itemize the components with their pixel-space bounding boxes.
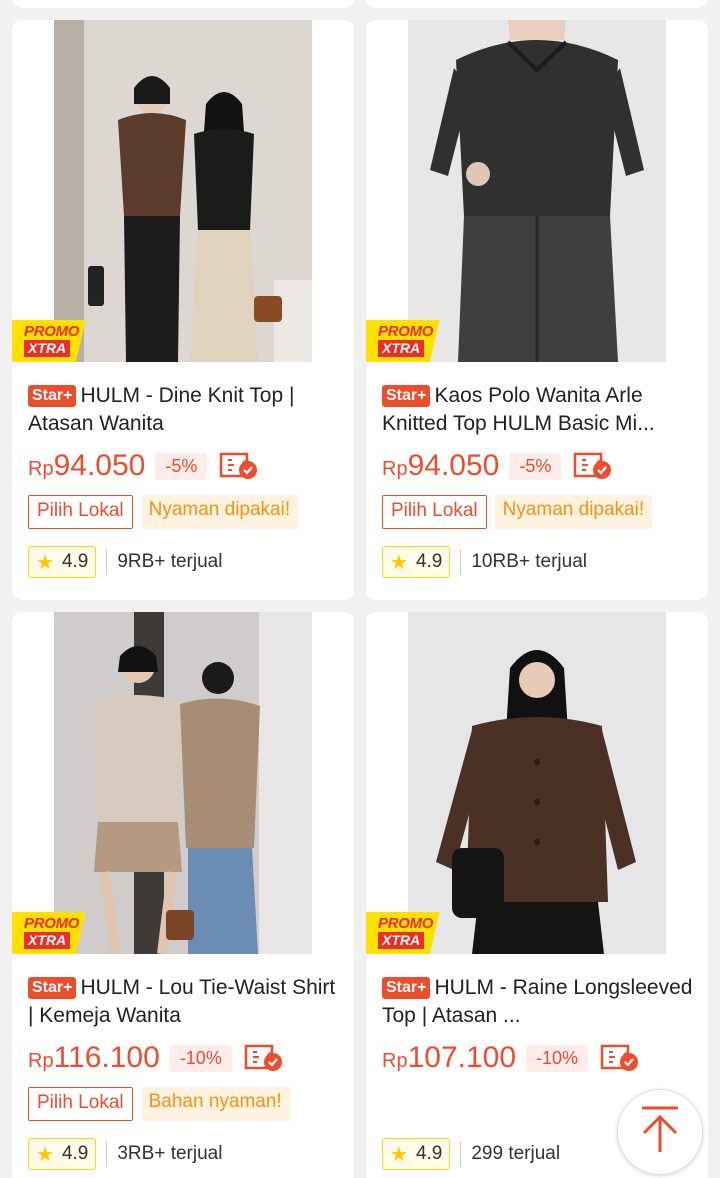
star-icon: ★: [390, 1143, 408, 1166]
price-currency: Rp: [28, 1049, 54, 1072]
divider: [106, 549, 108, 575]
star-plus-badge: Star+: [382, 385, 431, 407]
product-price: 107.100: [407, 1041, 517, 1074]
product-image[interactable]: PROMO XTRA: [366, 20, 708, 362]
tag-pilih-lokal: Pilih Lokal: [382, 495, 487, 529]
promo-xtra-label: PROMO XTRA: [366, 912, 446, 954]
product-card[interactable]: PROMO XTRA Star+ HULM - Lou Tie-Waist Shi…: [12, 612, 354, 1178]
discount-badge: -5%: [509, 452, 562, 480]
promo-xtra-label: PROMO XTRA: [366, 320, 446, 362]
product-card[interactable]: PROMO XTRA Star+ HULM - Dine Knit Top | A…: [12, 20, 354, 600]
voucher-check-icon: [573, 451, 613, 481]
promo-xtra-label: PROMO XTRA: [12, 912, 92, 954]
scroll-to-top-button[interactable]: [617, 1089, 703, 1175]
product-image[interactable]: PROMO XTRA: [12, 612, 354, 954]
product-image[interactable]: PROMO XTRA: [366, 612, 708, 954]
star-icon: ★: [36, 551, 54, 574]
tag-pilih-lokal: Pilih Lokal: [28, 1087, 133, 1121]
product-price: 94.050: [407, 449, 500, 482]
discount-badge: -5%: [155, 452, 208, 480]
voucher-check-icon: [600, 1043, 640, 1073]
star-plus-badge: Star+: [382, 977, 431, 999]
tag-highlight: Bahan nyaman!: [140, 1087, 290, 1121]
discount-badge: -10%: [169, 1044, 232, 1072]
arrow-up-icon: [638, 1105, 682, 1160]
star-icon: ★: [390, 551, 408, 574]
voucher-check-icon: [219, 451, 259, 481]
star-plus-badge: Star+: [28, 977, 77, 999]
product-image[interactable]: PROMO XTRA: [12, 20, 354, 362]
promo-xtra-label: PROMO XTRA: [12, 320, 92, 362]
divider: [460, 1141, 462, 1167]
rating-badge: ★ 4.9: [382, 1138, 451, 1170]
product-title[interactable]: Star+ HULM - Lou Tie-Waist Shirt | Kemeja…: [28, 974, 342, 1030]
rating-badge: ★ 4.9: [382, 546, 451, 578]
sold-count: 10RB+ terjual: [471, 551, 588, 572]
sold-count: 9RB+ terjual: [117, 551, 223, 572]
sold-count: 299 terjual: [471, 1143, 561, 1164]
product-card[interactable]: PROMO XTRA Star+ Kaos Polo Wanita Arle Kn…: [366, 20, 708, 600]
price-currency: Rp: [382, 1049, 408, 1072]
product-title[interactable]: Star+ Kaos Polo Wanita Arle Knitted Top H…: [382, 382, 696, 438]
price-currency: Rp: [382, 457, 408, 480]
divider: [106, 1141, 108, 1167]
star-plus-badge: Star+: [28, 385, 77, 407]
previous-card-stub: [12, 0, 354, 8]
product-price: 116.100: [53, 1041, 160, 1074]
voucher-check-icon: [244, 1043, 284, 1073]
previous-card-stub: [366, 0, 708, 8]
sold-count: 3RB+ terjual: [117, 1143, 223, 1164]
tag-highlight: Nyaman dipakai!: [140, 495, 299, 529]
star-icon: ★: [36, 1143, 54, 1166]
divider: [460, 549, 462, 575]
price-currency: Rp: [28, 457, 54, 480]
discount-badge: -10%: [526, 1044, 589, 1072]
tag-pilih-lokal: Pilih Lokal: [28, 495, 133, 529]
rating-badge: ★ 4.9: [28, 546, 97, 578]
product-title[interactable]: Star+ HULM - Raine Longsleeved Top | Atas…: [382, 974, 696, 1030]
rating-badge: ★ 4.9: [28, 1138, 97, 1170]
product-title[interactable]: Star+ HULM - Dine Knit Top | Atasan Wanit…: [28, 382, 342, 438]
product-price: 94.050: [53, 449, 146, 482]
tag-highlight: Nyaman dipakai!: [494, 495, 653, 529]
